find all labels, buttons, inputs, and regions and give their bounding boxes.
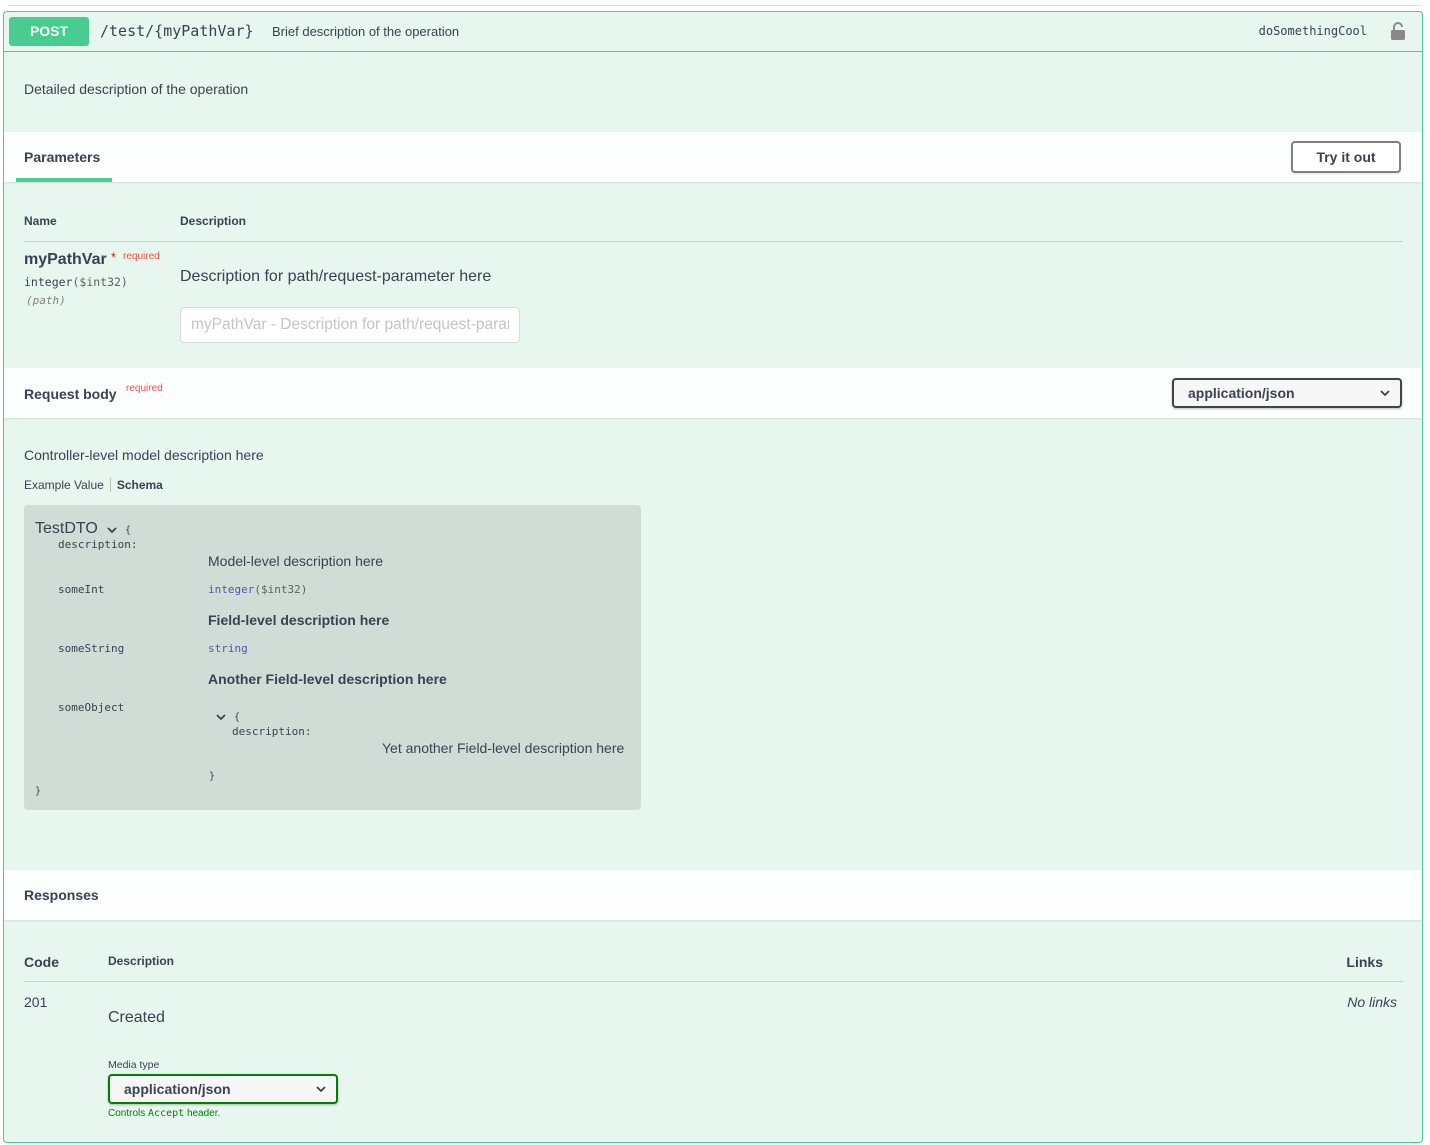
request-content-type-select[interactable]: application/json (1172, 378, 1402, 408)
parameters-divider (24, 241, 1403, 242)
parameter-description: Description for path/request-parameter h… (180, 268, 492, 285)
response-description: Created (108, 1009, 165, 1026)
schema-model-box: TestDTO { description: Model-level descr… (24, 505, 641, 810)
tab-parameters[interactable]: Parameters (16, 132, 112, 182)
field-name-someobject: someObject (58, 701, 125, 714)
request-body-required: required (126, 383, 163, 394)
parameter-name: myPathVar (24, 251, 107, 268)
responses-divider (24, 981, 1403, 982)
response-media-type-value: application/json (124, 1081, 231, 1097)
request-body-header: Request body required application/json (4, 368, 1422, 418)
field-description-somestring: Another Field-level description here (208, 671, 447, 687)
chevron-down-icon[interactable] (216, 713, 226, 721)
controls-accept-note: Controls Accept header. (108, 1108, 220, 1119)
operation-description: Detailed description of the operation (24, 81, 249, 97)
chevron-down-icon (316, 1086, 326, 1093)
operation-path: /test/{myPathVar} (100, 22, 254, 40)
column-header-response-description: Description (108, 954, 175, 968)
example-schema-tabs: Example Value Schema (24, 478, 163, 492)
tab-schema[interactable]: Schema (111, 478, 163, 492)
parameters-header: Parameters Try it out (4, 132, 1422, 182)
field-name-someint: someInt (58, 583, 105, 596)
field-description-someint: Field-level description here (208, 612, 390, 628)
operation-summary-text: Brief description of the operation (272, 24, 460, 39)
chevron-down-icon[interactable] (107, 526, 117, 534)
field-name-somestring: someString (58, 642, 125, 655)
column-header-links: Links (1346, 954, 1383, 970)
model-description-key: description: (58, 538, 138, 551)
controls-suffix: header. (186, 1108, 221, 1119)
try-it-out-button[interactable]: Try it out (1291, 141, 1401, 173)
operation-block-post: POST /test/{myPathVar} Brief description… (3, 11, 1423, 1143)
model-open-brace: { (125, 525, 132, 536)
request-body-description: Controller-level model description here (24, 447, 264, 463)
nested-open-brace: { (234, 712, 241, 723)
responses-header: Responses (4, 870, 1422, 920)
field-type-format: ($int32) (254, 583, 308, 596)
request-content-type-value: application/json (1188, 385, 1295, 401)
model-close-brace: } (35, 786, 42, 797)
model-name[interactable]: TestDTO (35, 520, 98, 538)
nested-description-key: description: (232, 725, 312, 738)
top-divider (8, 5, 1422, 6)
controls-code: Accept (148, 1108, 185, 1119)
required-label: required (123, 251, 160, 262)
column-header-name: Name (24, 214, 57, 228)
nested-close-brace: } (209, 771, 216, 782)
column-header-description: Description (180, 214, 247, 228)
model-description-value: Model-level description here (208, 553, 384, 569)
method-badge: POST (9, 17, 89, 46)
field-type-someint: integer($int32) (208, 583, 307, 596)
parameter-input[interactable] (180, 307, 520, 343)
media-type-label: Media type (108, 1059, 160, 1071)
operation-id: doSomethingCool (1258, 24, 1367, 38)
response-links: No links (1347, 994, 1397, 1010)
operation-summary[interactable]: POST /test/{myPathVar} Brief description… (4, 12, 1422, 52)
response-media-type-select[interactable]: application/json (108, 1074, 338, 1104)
parameter-type: integer($int32) (24, 275, 128, 289)
parameter-type-format: ($int32) (72, 275, 128, 289)
tab-example-value[interactable]: Example Value (24, 478, 111, 492)
chevron-down-icon (1380, 390, 1390, 397)
field-type-somestring: string (208, 642, 248, 655)
request-body-title: Request body (24, 386, 117, 402)
column-header-code: Code (24, 954, 59, 970)
unlock-icon[interactable] (1390, 21, 1406, 41)
parameter-type-name: integer (24, 275, 73, 289)
response-code: 201 (24, 994, 48, 1010)
nested-description-value: Yet another Field-level description here (382, 740, 625, 756)
responses-title: Responses (24, 887, 99, 903)
parameter-location: (path) (26, 294, 66, 307)
controls-prefix: Controls (108, 1108, 146, 1119)
required-star: * (111, 250, 116, 264)
field-type-name: integer (208, 583, 255, 596)
